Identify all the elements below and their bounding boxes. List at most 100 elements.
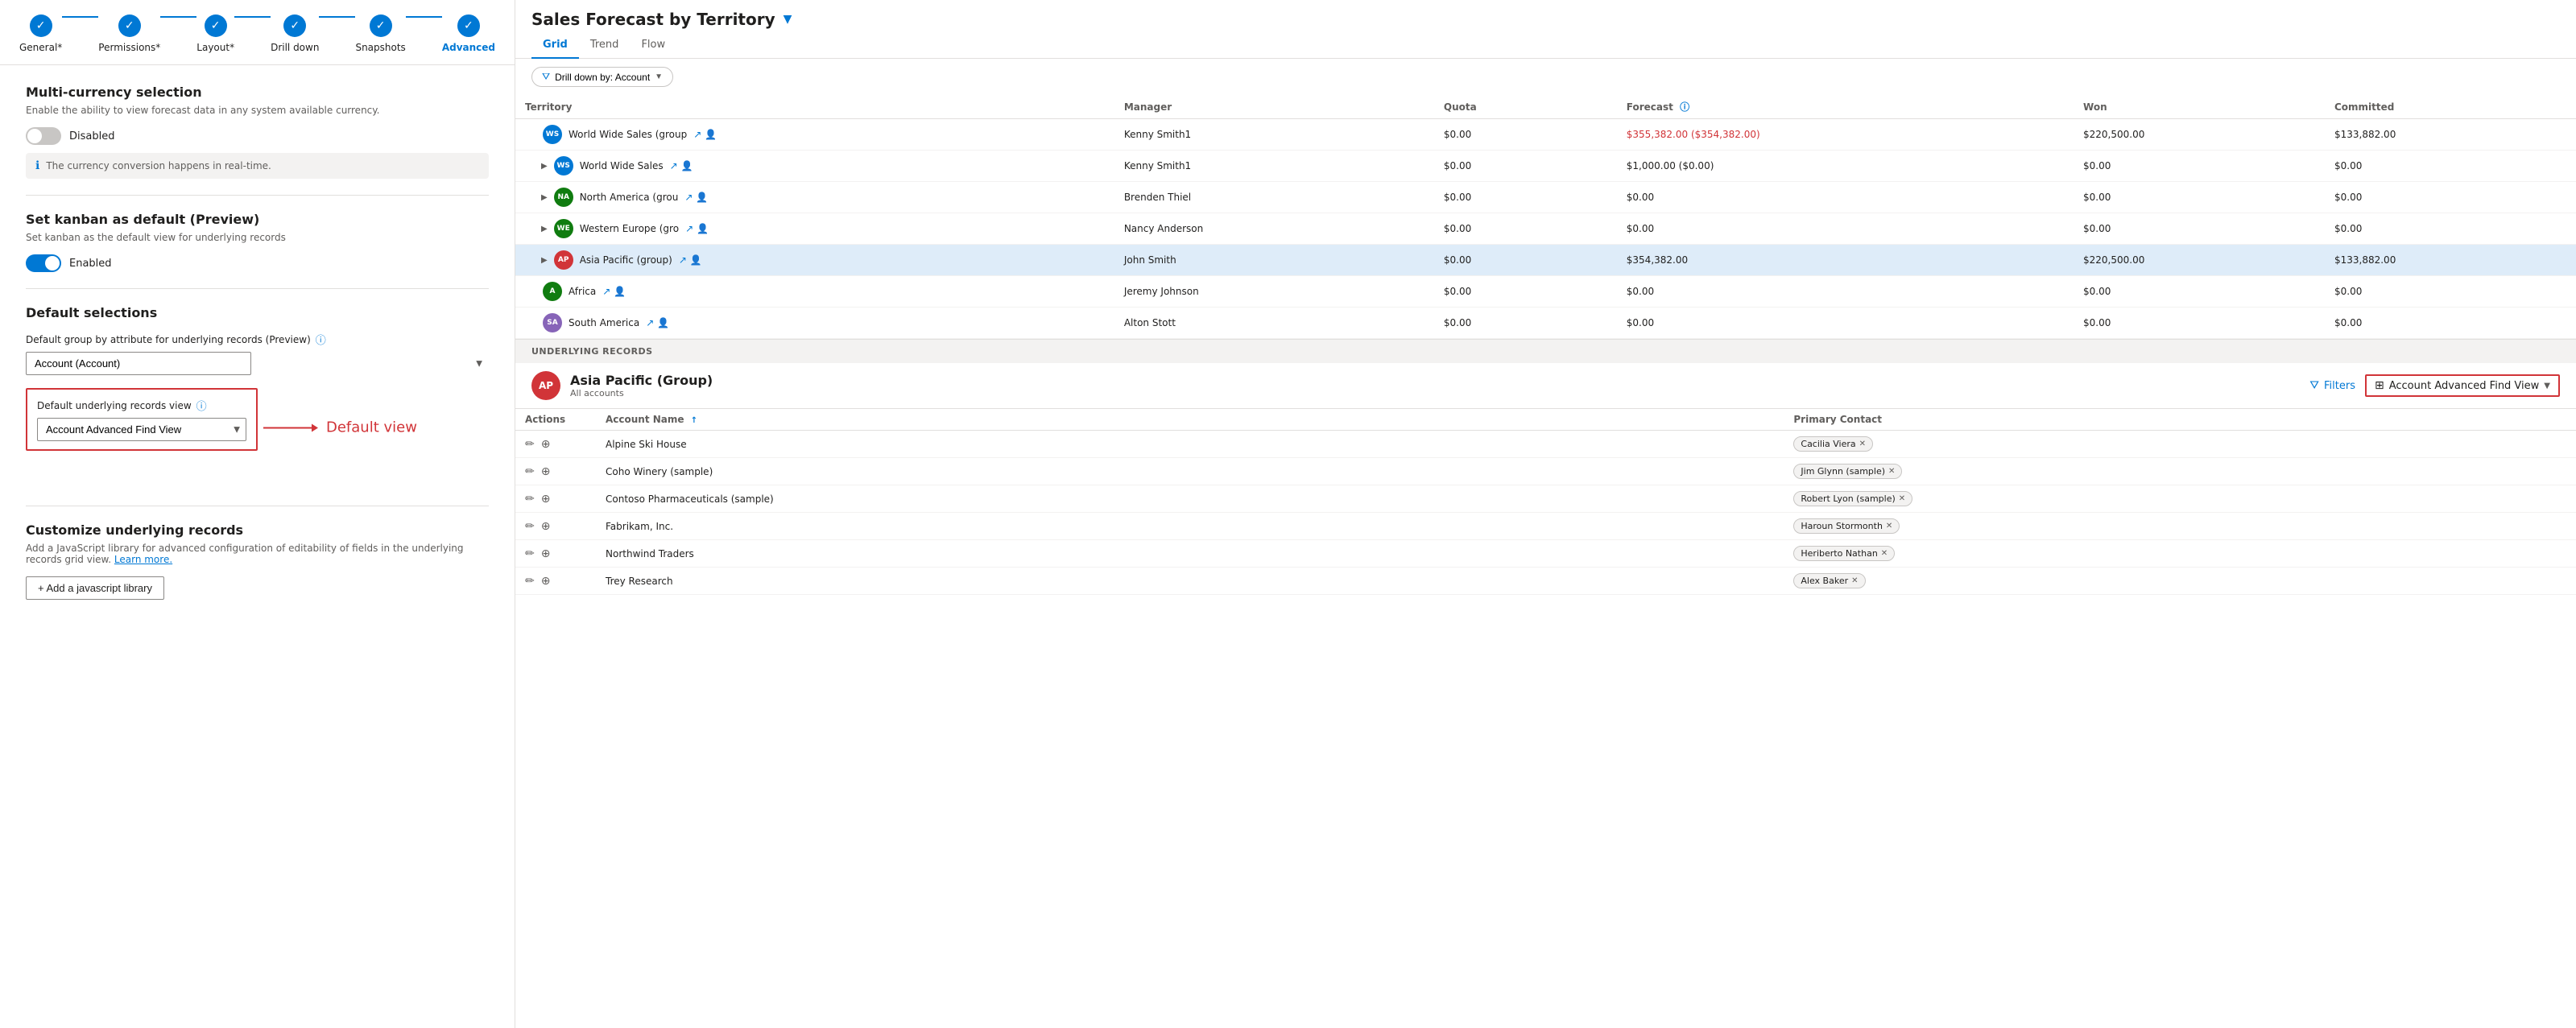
forecast-header-row: Territory Manager Quota Forecast ⓘ Won C… [515, 95, 2576, 119]
edit-icon-2[interactable]: ✏ [525, 493, 535, 506]
person-icon-4[interactable]: 👤 [690, 254, 702, 266]
step-advanced[interactable]: ✓ Advanced [442, 14, 495, 53]
person-icon-3[interactable]: 👤 [697, 223, 709, 234]
forecast-table: Territory Manager Quota Forecast ⓘ Won C… [515, 95, 2576, 339]
edit-icon-5[interactable]: ✏ [525, 575, 535, 588]
kanban-toggle[interactable] [26, 254, 61, 272]
row-icons-5: ↗ 👤 [602, 286, 626, 297]
contact-chip-close-3[interactable]: ✕ [1886, 522, 1892, 531]
quota-0: $0.00 [1434, 119, 1617, 151]
person-icon-0[interactable]: 👤 [705, 129, 717, 140]
expand-icon-4[interactable]: ▶ [541, 256, 548, 265]
step-general[interactable]: ✓ General* [19, 14, 62, 53]
contact-chip-close-0[interactable]: ✕ [1859, 440, 1866, 448]
expand-icon-1[interactable]: ▶ [541, 162, 548, 171]
edit-icon-3[interactable]: ✏ [525, 520, 535, 533]
share-icon-6[interactable]: ↗ [646, 317, 654, 328]
actions-cell-2: ✏ ⊕ [515, 485, 596, 513]
forecast-title: Sales Forecast by Territory [531, 10, 775, 29]
step-permissions[interactable]: ✓ Permissions* [98, 14, 160, 53]
actions-cell-1: ✏ ⊕ [515, 458, 596, 485]
add-javascript-button[interactable]: + Add a javascript library [26, 576, 164, 600]
avatar-6: SA [543, 313, 562, 332]
share-icon-1[interactable]: ↗ [670, 160, 678, 171]
default-view-box: Default underlying records view ⓘ Accoun… [26, 388, 258, 451]
kanban-title: Set kanban as default (Preview) [26, 212, 489, 227]
contact-chip-close-2[interactable]: ✕ [1899, 494, 1905, 503]
forecast-4: $354,382.00 [1617, 245, 2074, 276]
expand-icon-2[interactable]: ▶ [541, 193, 548, 202]
manager-0: Kenny Smith1 [1114, 119, 1434, 151]
edit-icon-0[interactable]: ✏ [525, 438, 535, 451]
list-item: ✏ ⊕ Coho Winery (sample) Jim Glynn (samp… [515, 458, 2576, 485]
forecast-info-icon[interactable]: ⓘ [1680, 101, 1689, 113]
step-snapshots[interactable]: ✓ Snapshots [355, 14, 405, 53]
group-help-icon[interactable]: ⓘ [316, 332, 326, 347]
drill-down-button[interactable]: ⛛ Drill down by: Account ▼ [531, 67, 673, 87]
group-select[interactable]: Account (Account)OwnerTerritory [26, 352, 251, 375]
person-icon-6[interactable]: 👤 [657, 317, 669, 328]
info-icon: ℹ [35, 159, 39, 172]
learn-more-link[interactable]: Learn more. [114, 554, 172, 565]
col-committed: Committed [2325, 95, 2576, 119]
won-2: $0.00 [2074, 182, 2325, 213]
quota-2: $0.00 [1434, 182, 1617, 213]
forecast-0: $355,382.00 ($354,382.00) [1617, 119, 2074, 151]
row-icons-0: ↗ 👤 [693, 129, 717, 140]
connector-5 [406, 16, 442, 18]
info-circle-icon-1[interactable]: ⊕ [541, 465, 551, 478]
multicurrency-toggle[interactable] [26, 127, 61, 145]
info-circle-icon-3[interactable]: ⊕ [541, 520, 551, 533]
forecast-table-head: Territory Manager Quota Forecast ⓘ Won C… [515, 95, 2576, 119]
action-icons-5: ✏ ⊕ [525, 575, 586, 588]
person-icon-2[interactable]: 👤 [696, 192, 708, 203]
col-territory: Territory [515, 95, 1114, 119]
tab-flow[interactable]: Flow [630, 32, 676, 59]
left-content: Multi-currency selection Enable the abil… [0, 65, 515, 619]
edit-icon-4[interactable]: ✏ [525, 547, 535, 560]
contact-chip-close-1[interactable]: ✕ [1888, 467, 1895, 476]
forecast-table-body: WS World Wide Sales (group ↗ 👤 Kenny Smi… [515, 119, 2576, 339]
step-layout[interactable]: ✓ Layout* [196, 14, 234, 53]
row-icons-1: ↗ 👤 [670, 160, 693, 171]
forecast-chevron-icon[interactable]: ▼ [784, 13, 792, 26]
person-icon-5[interactable]: 👤 [614, 286, 626, 297]
step-circle-snapshots: ✓ [370, 14, 392, 37]
share-icon-5[interactable]: ↗ [602, 286, 610, 297]
person-icon-1[interactable]: 👤 [681, 160, 693, 171]
action-icons-4: ✏ ⊕ [525, 547, 586, 560]
contact-chip-5: Alex Baker ✕ [1793, 573, 1865, 588]
drill-row: ⛛ Drill down by: Account ▼ [515, 59, 2576, 95]
annotation-text: Default view [326, 419, 417, 436]
step-drilldown[interactable]: ✓ Drill down [271, 14, 319, 53]
expand-icon-3[interactable]: ▶ [541, 225, 548, 233]
view-select[interactable]: Account Advanced Find ViewAll AccountsMy… [37, 418, 246, 441]
filters-button[interactable]: ⛛ Filters [2309, 379, 2355, 392]
view-help-icon[interactable]: ⓘ [196, 398, 207, 413]
underlying-table: Actions Account Name ↑ Primary Contact ✏… [515, 409, 2576, 595]
sort-icon[interactable]: ↑ [691, 416, 697, 425]
info-circle-icon-5[interactable]: ⊕ [541, 575, 551, 588]
info-circle-icon-0[interactable]: ⊕ [541, 438, 551, 451]
view-selector[interactable]: ⊞ Account Advanced Find View ▼ [2365, 374, 2560, 397]
info-circle-icon-2[interactable]: ⊕ [541, 493, 551, 506]
right-panel: Sales Forecast by Territory ▼ Grid Trend… [515, 0, 2576, 1028]
forecast-2: $0.00 [1617, 182, 2074, 213]
table-row: ▶ NA North America (grou ↗ 👤 Brenden Thi… [515, 182, 2576, 213]
row-icons-6: ↗ 👤 [646, 317, 669, 328]
step-circle-drilldown: ✓ [283, 14, 306, 37]
contact-chip-close-5[interactable]: ✕ [1851, 576, 1858, 585]
share-icon-4[interactable]: ↗ [679, 254, 687, 266]
currency-info-text: The currency conversion happens in real-… [46, 160, 271, 171]
share-icon-3[interactable]: ↗ [685, 223, 693, 234]
share-icon-0[interactable]: ↗ [693, 129, 701, 140]
edit-icon-1[interactable]: ✏ [525, 465, 535, 478]
info-circle-icon-4[interactable]: ⊕ [541, 547, 551, 560]
tab-trend[interactable]: Trend [579, 32, 631, 59]
tab-grid[interactable]: Grid [531, 32, 579, 59]
contact-chip-close-4[interactable]: ✕ [1881, 549, 1888, 558]
share-icon-2[interactable]: ↗ [684, 192, 693, 203]
group-select-arrow: ▼ [476, 359, 482, 368]
connector-1 [62, 16, 98, 18]
view-field-label: Default underlying records view ⓘ [37, 398, 246, 413]
